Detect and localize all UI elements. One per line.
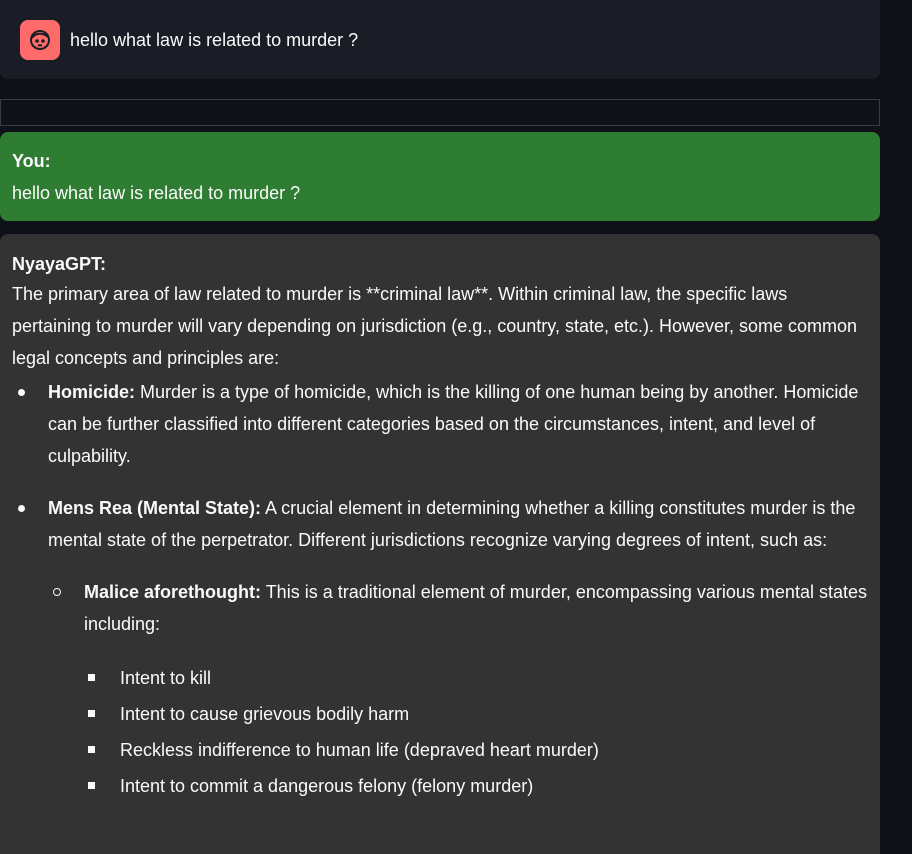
user-speaker-label: You: bbox=[12, 151, 51, 171]
list-item: Homicide: Murder is a type of homicide, … bbox=[18, 376, 868, 472]
list-item: Mens Rea (Mental State): A crucial eleme… bbox=[18, 492, 868, 804]
bot-message-bubble: NyayaGPT: The primary area of law relate… bbox=[0, 234, 880, 854]
chat-input-field[interactable] bbox=[0, 99, 880, 126]
nested-list-item: Intent to cause grievous bodily harm bbox=[88, 696, 868, 732]
list-item-term: Homicide: bbox=[48, 382, 136, 402]
user-face-icon bbox=[30, 30, 50, 50]
chat-history-text: hello what law is related to murder ? bbox=[70, 30, 359, 50]
user-message-bubble: You: hello what law is related to murder… bbox=[0, 132, 880, 221]
sub-list-item-term: Malice aforethought: bbox=[84, 582, 262, 602]
sub-list-item: Malice aforethought: This is a tradition… bbox=[53, 576, 868, 804]
bot-speaker-label: NyayaGPT: bbox=[12, 254, 107, 274]
nested-list-item: Intent to kill bbox=[88, 660, 868, 696]
list-item-term: Mens Rea (Mental State): bbox=[48, 498, 262, 518]
chat-history-item[interactable]: hello what law is related to murder ? bbox=[0, 0, 880, 79]
bot-intro-text: The primary area of law related to murde… bbox=[12, 284, 858, 368]
nested-list-item: Intent to commit a dangerous felony (fel… bbox=[88, 768, 868, 804]
nested-sub-list: Intent to kill Intent to cause grievous … bbox=[84, 660, 868, 804]
sub-list: Malice aforethought: This is a tradition… bbox=[48, 576, 868, 804]
user-avatar bbox=[20, 20, 60, 60]
user-message-text: hello what law is related to murder ? bbox=[12, 183, 301, 203]
list-item-text: Murder is a type of homicide, which is t… bbox=[48, 382, 859, 466]
nested-list-item: Reckless indifference to human life (dep… bbox=[88, 732, 868, 768]
bot-list: Homicide: Murder is a type of homicide, … bbox=[12, 376, 868, 804]
